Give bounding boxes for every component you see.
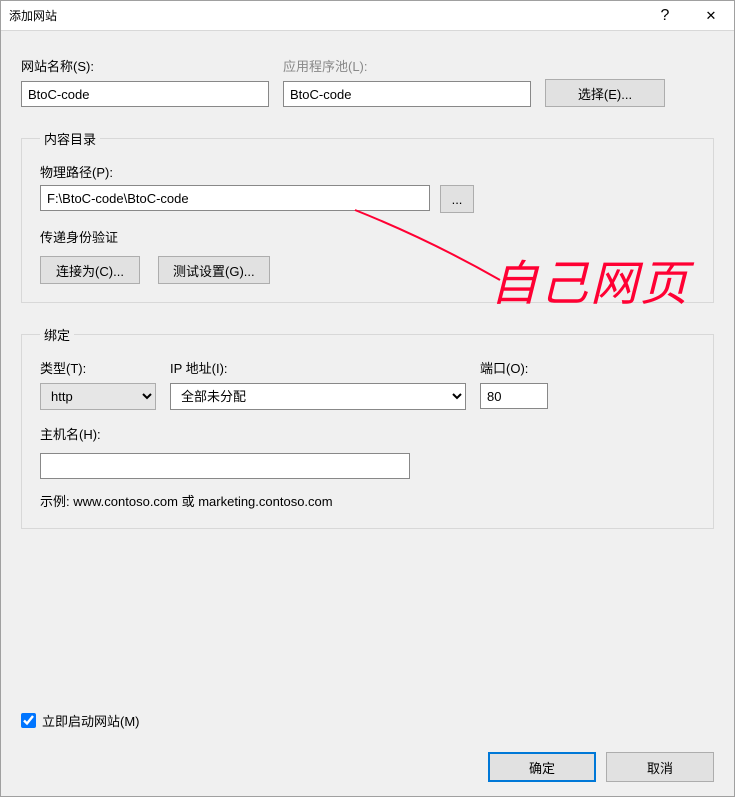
port-input[interactable] xyxy=(480,383,548,409)
start-now-label: 立即启动网站(M) xyxy=(42,711,140,730)
port-label: 端口(O): xyxy=(480,358,548,377)
host-label: 主机名(H): xyxy=(40,424,695,443)
connect-as-button[interactable]: 连接为(C)... xyxy=(40,256,140,284)
browse-button[interactable]: ... xyxy=(440,185,474,213)
cancel-button[interactable]: 取消 xyxy=(606,752,714,782)
close-button[interactable]: ✕ xyxy=(688,1,734,31)
start-now-row[interactable]: 立即启动网站(M) xyxy=(21,711,140,730)
sitename-input[interactable] xyxy=(21,81,269,107)
content-dir-legend: 内容目录 xyxy=(40,129,100,148)
start-now-checkbox[interactable] xyxy=(21,713,36,728)
host-example: 示例: www.contoso.com 或 marketing.contoso.… xyxy=(40,491,695,510)
ok-button[interactable]: 确定 xyxy=(488,752,596,782)
type-select[interactable]: http xyxy=(40,383,156,410)
test-settings-button[interactable]: 测试设置(G)... xyxy=(158,256,270,284)
dialog-content: 网站名称(S): 应用程序池(L): 选择(E)... 内容目录 物理路径(P)… xyxy=(21,56,714,529)
ip-label: IP 地址(I): xyxy=(170,358,466,377)
physical-path-input[interactable] xyxy=(40,185,430,211)
path-label: 物理路径(P): xyxy=(40,165,113,180)
apppool-label: 应用程序池(L): xyxy=(283,56,531,75)
type-label: 类型(T): xyxy=(40,358,156,377)
window-title: 添加网站 xyxy=(9,7,642,24)
binding-group: 绑定 类型(T): http IP 地址(I): 全部未分配 端口(O): xyxy=(21,325,714,529)
add-website-dialog: 添加网站 ? ✕ 网站名称(S): 应用程序池(L): 选择(E)... 内容目… xyxy=(0,0,735,797)
help-button[interactable]: ? xyxy=(642,1,688,31)
titlebar: 添加网站 ? ✕ xyxy=(1,1,734,31)
ip-select[interactable]: 全部未分配 xyxy=(170,383,466,410)
sitename-label: 网站名称(S): xyxy=(21,56,269,75)
content-dir-group: 内容目录 物理路径(P): ... 传递身份验证 连接为(C)... 测试设置(… xyxy=(21,129,714,303)
host-input[interactable] xyxy=(40,453,410,479)
auth-label: 传递身份验证 xyxy=(40,227,695,246)
binding-legend: 绑定 xyxy=(40,325,74,344)
apppool-input xyxy=(283,81,531,107)
select-apppool-button[interactable]: 选择(E)... xyxy=(545,79,665,107)
